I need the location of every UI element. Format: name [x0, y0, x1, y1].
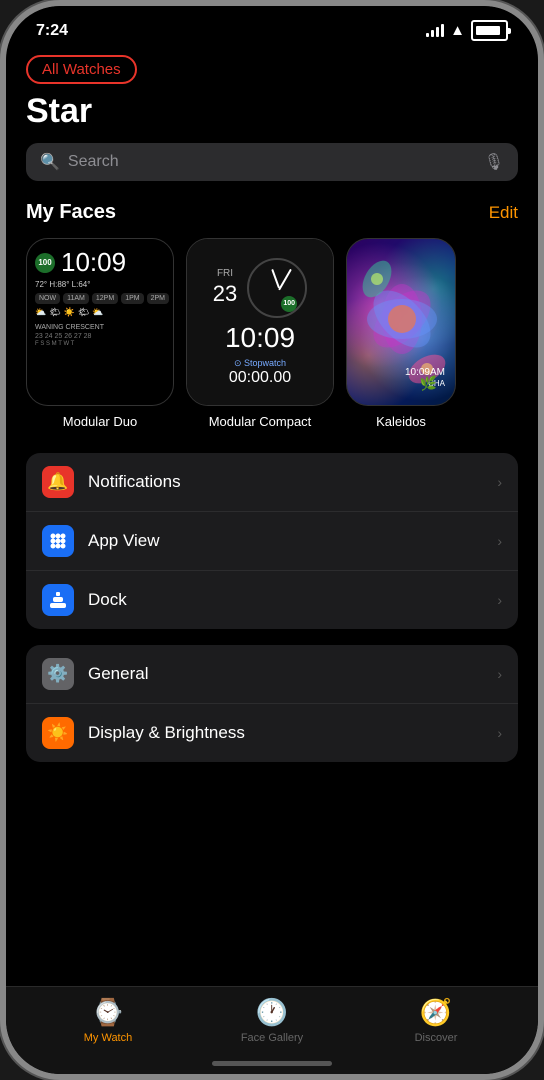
home-indicator — [212, 1061, 332, 1066]
search-bar[interactable]: 🔍 Search 🎙 — [26, 143, 518, 181]
faces-scroll: 100 10:09 72° H:88° L:64° NOW 11AM 12PM … — [26, 238, 518, 429]
face-item-kaleidoscope[interactable]: 10:09AM CHA 🌿 Kaleidos — [346, 238, 456, 429]
battery-icon — [471, 20, 508, 41]
chevron-icon: › — [497, 474, 502, 490]
face-label-modular-compact: Modular Compact — [209, 414, 312, 429]
settings-group-2: ⚙️ General › ☀️ Display & Brightness › — [26, 645, 518, 762]
general-icon: ⚙️ — [42, 658, 74, 690]
settings-item-general[interactable]: ⚙️ General › — [26, 645, 518, 704]
microphone-icon[interactable]: 🎙 — [484, 152, 504, 172]
face-item-modular-compact[interactable]: FRI 23 100 — [186, 238, 334, 429]
modular-duo-moon: WANING CRESCENT — [35, 324, 165, 331]
signal-icon — [426, 24, 444, 37]
settings-item-display-brightness[interactable]: ☀️ Display & Brightness › — [26, 704, 518, 762]
display-brightness-label: Display & Brightness — [88, 723, 483, 743]
face-label-modular-duo: Modular Duo — [63, 414, 137, 429]
app-view-icon — [42, 525, 74, 557]
kaleido-time: 10:09AM CHA 🌿 — [405, 367, 445, 389]
mc-date: 23 — [213, 281, 237, 307]
tab-my-watch[interactable]: ⌚ My Watch — [26, 997, 190, 1044]
notifications-label: Notifications — [88, 472, 483, 492]
chevron-icon: › — [497, 725, 502, 741]
settings-group-1: 🔔 Notifications › App View — [26, 453, 518, 629]
face-gallery-icon: 🕐 — [256, 997, 288, 1028]
wifi-icon: ▲ — [450, 22, 465, 39]
dock-label: Dock — [88, 590, 483, 610]
notifications-icon: 🔔 — [42, 466, 74, 498]
chevron-icon: › — [497, 592, 502, 608]
chevron-icon: › — [497, 666, 502, 682]
my-watch-label: My Watch — [84, 1032, 133, 1044]
discover-icon: 🧭 — [420, 997, 452, 1028]
notch — [207, 6, 337, 34]
edit-button[interactable]: Edit — [489, 203, 518, 223]
chevron-icon: › — [497, 533, 502, 549]
mc-complication: ⊙ Stopwatch — [234, 358, 286, 369]
settings-item-notifications[interactable]: 🔔 Notifications › — [26, 453, 518, 512]
face-card-kaleidoscope[interactable]: 10:09AM CHA 🌿 — [346, 238, 456, 406]
tab-discover[interactable]: 🧭 Discover — [354, 997, 518, 1044]
app-view-label: App View — [88, 531, 483, 551]
search-placeholder: Search — [68, 153, 476, 171]
face-card-modular-compact[interactable]: FRI 23 100 — [186, 238, 334, 406]
modular-duo-badge: 100 — [35, 253, 55, 273]
display-brightness-icon: ☀️ — [42, 717, 74, 749]
dock-icon — [42, 584, 74, 616]
modular-duo-weather: 72° H:88° L:64° — [35, 280, 165, 289]
general-label: General — [88, 664, 483, 684]
status-icons: ▲ — [426, 20, 508, 41]
main-content: All Watches Star 🔍 Search 🎙 My Faces Edi… — [6, 47, 538, 986]
phone-frame: 7:24 ▲ — [0, 0, 544, 1080]
face-label-kaleidoscope: Kaleidos — [376, 414, 426, 429]
mc-time: 10:09 — [225, 322, 295, 354]
mc-stop-time: 00:00.00 — [229, 369, 291, 387]
modular-duo-time: 10:09 — [61, 247, 126, 278]
my-faces-header: My Faces Edit — [26, 201, 518, 224]
mc-complication-label: Stopwatch — [244, 358, 286, 368]
page-title: Star — [26, 92, 518, 131]
settings-item-dock[interactable]: Dock › — [26, 571, 518, 629]
my-faces-title: My Faces — [26, 201, 116, 224]
my-watch-icon: ⌚ — [92, 997, 124, 1028]
all-watches-button[interactable]: All Watches — [26, 55, 137, 84]
face-card-modular-duo[interactable]: 100 10:09 72° H:88° L:64° NOW 11AM 12PM … — [26, 238, 174, 406]
face-item-modular-duo[interactable]: 100 10:09 72° H:88° L:64° NOW 11AM 12PM … — [26, 238, 174, 429]
leaf-icon: 🌿 — [420, 375, 437, 392]
discover-label: Discover — [415, 1032, 458, 1044]
face-gallery-label: Face Gallery — [241, 1032, 303, 1044]
tab-face-gallery[interactable]: 🕐 Face Gallery — [190, 997, 354, 1044]
status-time: 7:24 — [36, 22, 68, 40]
settings-item-app-view[interactable]: App View › — [26, 512, 518, 571]
mc-day: FRI — [213, 268, 237, 279]
search-icon: 🔍 — [40, 152, 60, 172]
